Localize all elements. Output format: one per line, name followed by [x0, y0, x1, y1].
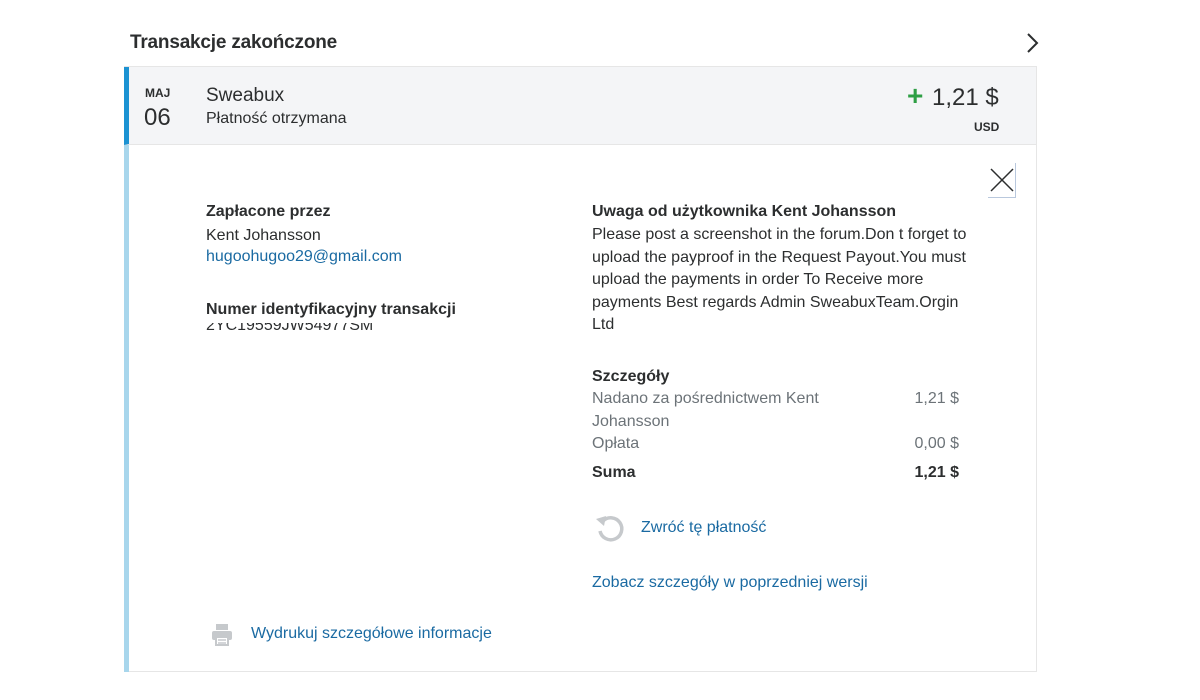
paid-by-label: Zapłacone przez	[206, 203, 331, 220]
print-link[interactable]: Wydrukuj szczegółowe informacje	[251, 625, 492, 643]
payer-name: Kent Johansson	[206, 227, 321, 244]
amount-sign: +	[907, 80, 924, 111]
section-header: Transakcje zakończone	[130, 28, 1040, 58]
close-button[interactable]	[988, 163, 1016, 198]
breakdown-row-sent: Nadano za pośrednictwem Kent Johansson 1…	[592, 388, 959, 433]
payer-email-link[interactable]: hugoohugoo29@gmail.com	[206, 248, 402, 266]
breakdown-row-fee: Opłata 0,00 $	[592, 433, 959, 456]
printer-icon[interactable]	[210, 622, 234, 646]
date-month: MAJ	[145, 86, 171, 100]
amount-currency: USD	[974, 120, 1000, 134]
transaction-summary-row[interactable]: MAJ 06 Sweabux Płatność otrzymana + 1,21…	[124, 67, 1036, 145]
chevron-right-icon[interactable]	[1022, 30, 1042, 56]
close-icon	[990, 168, 1014, 192]
date-day: 06	[144, 104, 171, 131]
breakdown-row-label: Nadano za pośrednictwem Kent Johansson	[592, 390, 819, 430]
section-title: Transakcje zakończone	[130, 32, 338, 53]
breakdown-row-total: Suma 1,21 $	[592, 462, 959, 485]
refund-icon[interactable]	[594, 513, 626, 545]
note-text: Please post a screenshot in the forum.Do…	[592, 226, 967, 333]
note-label: Uwaga od użytkownika Kent Johansson	[592, 203, 897, 220]
transaction-id-text: 2YC19559JW54977SM	[206, 323, 374, 334]
amount-value: 1,21 $	[932, 84, 999, 111]
transaction-card: MAJ 06 Sweabux Płatność otrzymana + 1,21…	[124, 66, 1037, 672]
breakdown-row-label: Opłata	[592, 435, 640, 452]
transaction-details-panel: Zapłacone przez Kent Johansson hugoohugo…	[124, 145, 1036, 672]
refund-link[interactable]: Zwróć tę płatność	[641, 519, 766, 537]
breakdown-row-value: 1,21 $	[914, 464, 959, 481]
transaction-id-label: Numer identyfikacyjny transakcji	[206, 301, 456, 318]
transaction-status: Płatność otrzymana	[206, 110, 347, 127]
breakdown-row-value: 1,21 $	[914, 390, 959, 407]
transaction-id-value: 2YC19559JW54977SM	[206, 323, 373, 337]
breakdown-label: Szczegóły	[592, 368, 670, 385]
breakdown-row-label: Suma	[592, 464, 636, 481]
merchant-name: Sweabux	[206, 85, 285, 106]
breakdown-row-value: 0,00 $	[914, 435, 959, 452]
old-version-link[interactable]: Zobacz szczegóły w poprzedniej wersji	[592, 574, 868, 592]
